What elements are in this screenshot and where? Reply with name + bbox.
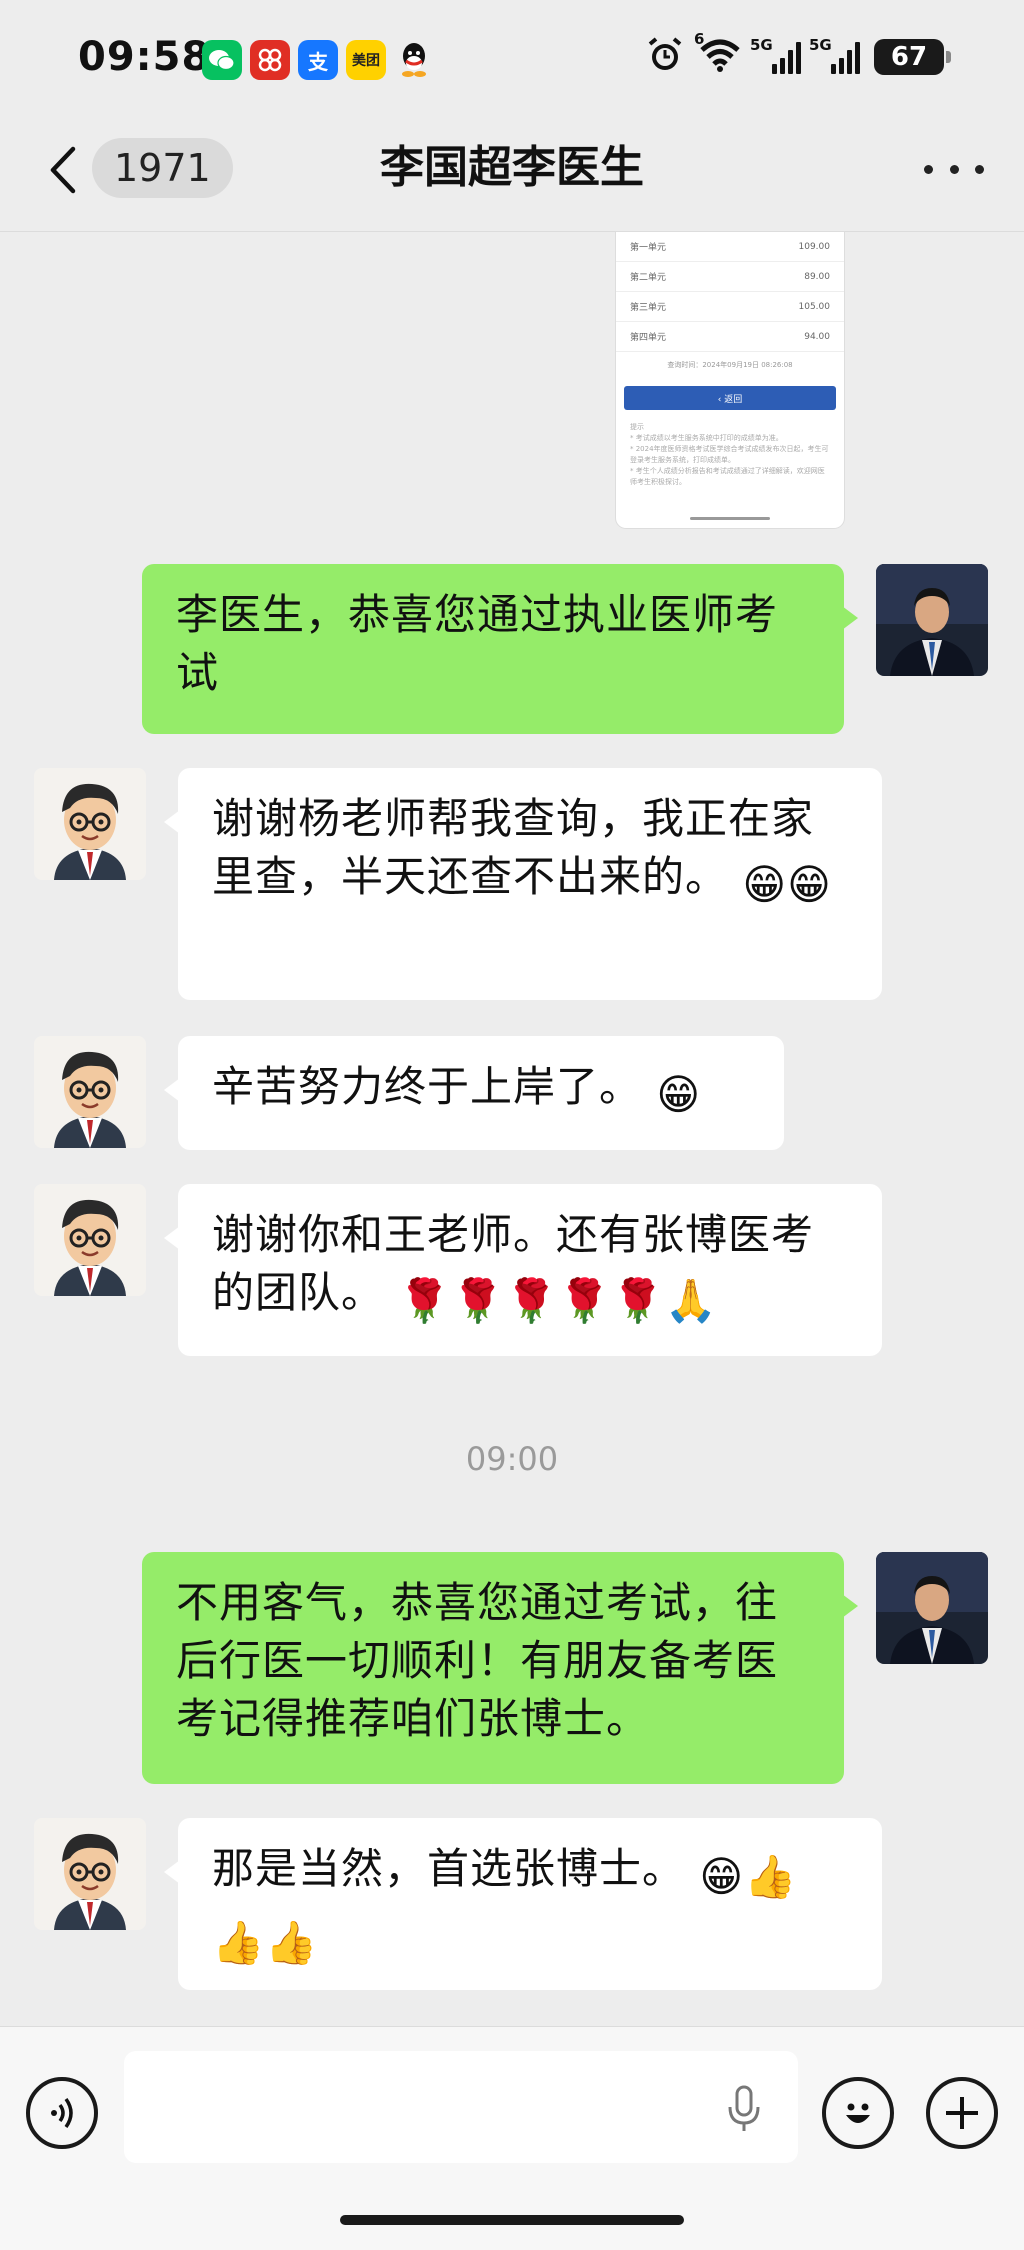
back-button[interactable] bbox=[42, 140, 82, 200]
exam-score-screenshot[interactable]: 第一单元 109.00 第二单元 89.00 第三单元 105.00 第四单元 94.0… bbox=[616, 232, 844, 528]
grin-emoji-icon: 😁 bbox=[742, 860, 788, 909]
home-indicator bbox=[690, 517, 770, 520]
input-bar bbox=[0, 2026, 1024, 2250]
pinduoduo-icon bbox=[250, 40, 290, 80]
network-type-2: 5G bbox=[809, 36, 832, 54]
message-text: 不用客气，恭喜您通过考试，往后行医一切顺利！有朋友备考医考记得推荐咱们张博士。 bbox=[176, 1578, 779, 1743]
message-bubble-incoming[interactable]: 那是当然，首选张博士。 😁👍👍👍 bbox=[164, 1818, 882, 1990]
plus-icon bbox=[946, 2097, 978, 2129]
my-avatar[interactable] bbox=[876, 564, 988, 676]
rose-emoji-icon: 🌹 bbox=[398, 1276, 452, 1325]
alipay-icon: 支 bbox=[298, 40, 338, 80]
contact-avatar[interactable] bbox=[34, 768, 146, 880]
signal-icon-2: 5G bbox=[809, 36, 860, 74]
message-bubble-incoming[interactable]: 谢谢杨老师帮我查询，我正在家里查，半天还查不出来的。 😁😁 bbox=[164, 768, 882, 1000]
message-bubble-incoming[interactable]: 辛苦努力终于上岸了。 😁 bbox=[164, 1036, 784, 1150]
more-dot-icon bbox=[924, 164, 933, 174]
pray-emoji-icon: 🙏 bbox=[664, 1276, 719, 1325]
microphone-icon[interactable] bbox=[724, 2083, 764, 2135]
rose-emoji-icon: 🌹 bbox=[451, 1276, 505, 1325]
score-notes: 提示 * 考试成绩以考生服务系统中打印的成绩单为准。 * 2024年度医师资格考… bbox=[630, 423, 829, 486]
signal-icon-1: 5G bbox=[750, 36, 801, 74]
status-time: 09:58 bbox=[78, 34, 211, 80]
score-row: 第三单元 105.00 bbox=[616, 292, 844, 322]
qq-icon bbox=[394, 40, 434, 80]
message-timestamp: 09:00 bbox=[465, 1440, 559, 1478]
message-text: 李医生，恭喜您通过执业医师考试 bbox=[176, 590, 779, 697]
grin-emoji-icon: 😁 bbox=[656, 1070, 702, 1119]
contact-avatar[interactable] bbox=[34, 1818, 146, 1930]
meituan-icon: 美团 bbox=[346, 40, 386, 80]
battery-icon: 67 bbox=[874, 39, 951, 75]
score-row: 第四单元 94.00 bbox=[616, 322, 844, 352]
message-text: 谢谢杨老师帮我查询，我正在家里查，半天还查不出来的。 bbox=[212, 794, 815, 901]
rose-emoji-icon: 🌹 bbox=[558, 1276, 612, 1325]
message-bubble-outgoing[interactable]: 不用客气，恭喜您通过考试，往后行医一切顺利！有朋友备考医考记得推荐咱们张博士。 bbox=[142, 1552, 858, 1784]
emoji-button[interactable] bbox=[822, 2077, 894, 2149]
score-row: 第一单元 109.00 bbox=[616, 232, 844, 262]
contact-avatar[interactable] bbox=[34, 1036, 146, 1148]
rose-emoji-icon: 🌹 bbox=[504, 1276, 559, 1325]
alarm-icon bbox=[646, 36, 684, 78]
more-dot-icon bbox=[949, 164, 959, 174]
grin-emoji-icon: 😁 bbox=[787, 860, 832, 909]
score-row: 第二单元 89.00 bbox=[616, 262, 844, 292]
return-button: ‹ 返回 bbox=[624, 386, 836, 410]
chat-header: 1971 李国超李医生 bbox=[0, 110, 1024, 232]
thumbs-up-emoji-icon: 👍 bbox=[744, 1852, 798, 1901]
message-text: 那是当然，首选张博士。 bbox=[212, 1844, 686, 1893]
smiley-icon bbox=[846, 2103, 870, 2123]
more-dot-icon bbox=[975, 164, 984, 174]
voice-input-button[interactable] bbox=[26, 2077, 98, 2149]
message-bubble-incoming[interactable]: 谢谢你和王老师。还有张博医考的团队。 🌹🌹🌹🌹🌹🙏 bbox=[164, 1184, 882, 1356]
status-bar: 09:58 支 美团 6 5G 5G 67 bbox=[0, 0, 1024, 110]
my-avatar[interactable] bbox=[876, 1552, 988, 1664]
message-input[interactable] bbox=[124, 2051, 798, 2163]
status-indicators: 6 5G 5G 67 bbox=[646, 30, 951, 78]
wifi-icon: 6 bbox=[694, 30, 742, 76]
message-bubble-outgoing[interactable]: 李医生，恭喜您通过执业医师考试 bbox=[142, 564, 858, 734]
grin-emoji-icon: 😁 bbox=[699, 1852, 745, 1901]
chevron-left-icon bbox=[50, 146, 76, 194]
more-functions-button[interactable] bbox=[926, 2077, 998, 2149]
network-type-1: 5G bbox=[750, 36, 773, 54]
thumbs-up-emoji-icon: 👍 bbox=[212, 1918, 266, 1967]
wechat-icon bbox=[202, 40, 242, 80]
message-text: 辛苦努力终于上岸了。 bbox=[212, 1062, 643, 1111]
status-app-icons: 支 美团 bbox=[202, 40, 434, 80]
query-time: 查询时间：2024年09月19日 08:26:08 bbox=[667, 361, 793, 369]
wifi-label: 6 bbox=[694, 30, 705, 48]
home-indicator bbox=[340, 2215, 684, 2225]
thumbs-up-emoji-icon: 👍 bbox=[265, 1918, 319, 1967]
more-options-button[interactable] bbox=[924, 144, 984, 194]
unread-count-badge[interactable]: 1971 bbox=[92, 138, 233, 198]
voice-waves-icon bbox=[51, 2097, 73, 2129]
contact-avatar[interactable] bbox=[34, 1184, 146, 1296]
rose-emoji-icon: 🌹 bbox=[611, 1276, 665, 1325]
